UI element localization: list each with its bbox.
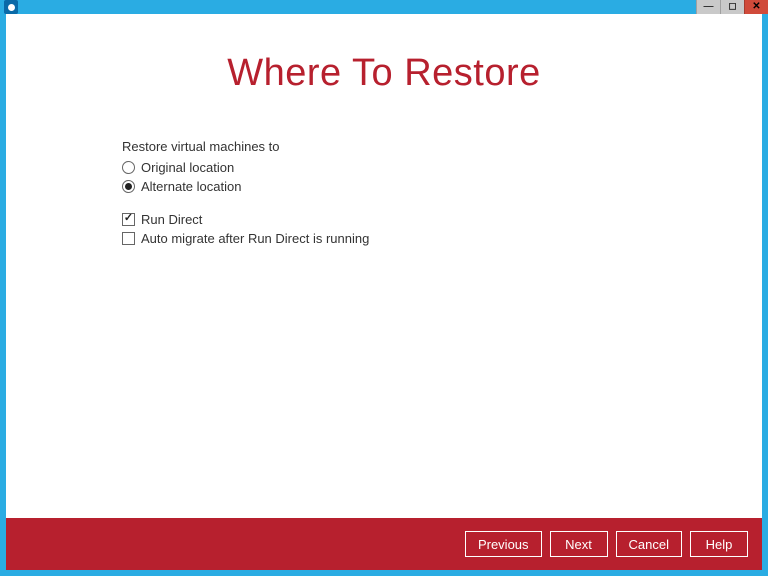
app-icon [4, 0, 18, 14]
window-controls: — ◻ ✕ [696, 0, 768, 14]
checkbox-label: Auto migrate after Run Direct is running [141, 231, 369, 246]
help-button[interactable]: Help [690, 531, 748, 557]
cancel-button[interactable]: Cancel [616, 531, 682, 557]
page-title: Where To Restore [6, 52, 762, 95]
radio-original-location[interactable]: Original location [122, 160, 762, 175]
radio-label: Alternate location [141, 179, 241, 194]
checkbox-icon [122, 232, 135, 245]
minimize-button[interactable]: — [696, 0, 720, 14]
checkbox-label: Run Direct [141, 212, 202, 227]
radio-icon [122, 161, 135, 174]
radio-alternate-location[interactable]: Alternate location [122, 179, 762, 194]
close-button[interactable]: ✕ [744, 0, 768, 14]
minimize-icon: — [704, 2, 714, 12]
section-label: Restore virtual machines to [122, 139, 762, 154]
content-frame: Where To Restore Restore virtual machine… [6, 14, 762, 570]
footer-bar: Previous Next Cancel Help [6, 518, 762, 570]
checkbox-run-direct[interactable]: Run Direct [122, 212, 762, 227]
checkbox-auto-migrate[interactable]: Auto migrate after Run Direct is running [122, 231, 762, 246]
window-frame: — ◻ ✕ Where To Restore Restore virtual m… [0, 0, 768, 576]
close-icon: ✕ [752, 2, 760, 12]
radio-label: Original location [141, 160, 234, 175]
previous-button[interactable]: Previous [465, 531, 542, 557]
form-area: Restore virtual machines to Original loc… [122, 139, 762, 246]
checkbox-icon [122, 213, 135, 226]
maximize-button[interactable]: ◻ [720, 0, 744, 14]
next-button[interactable]: Next [550, 531, 608, 557]
radio-icon [122, 180, 135, 193]
maximize-icon: ◻ [728, 2, 736, 12]
titlebar[interactable]: — ◻ ✕ [0, 0, 768, 14]
